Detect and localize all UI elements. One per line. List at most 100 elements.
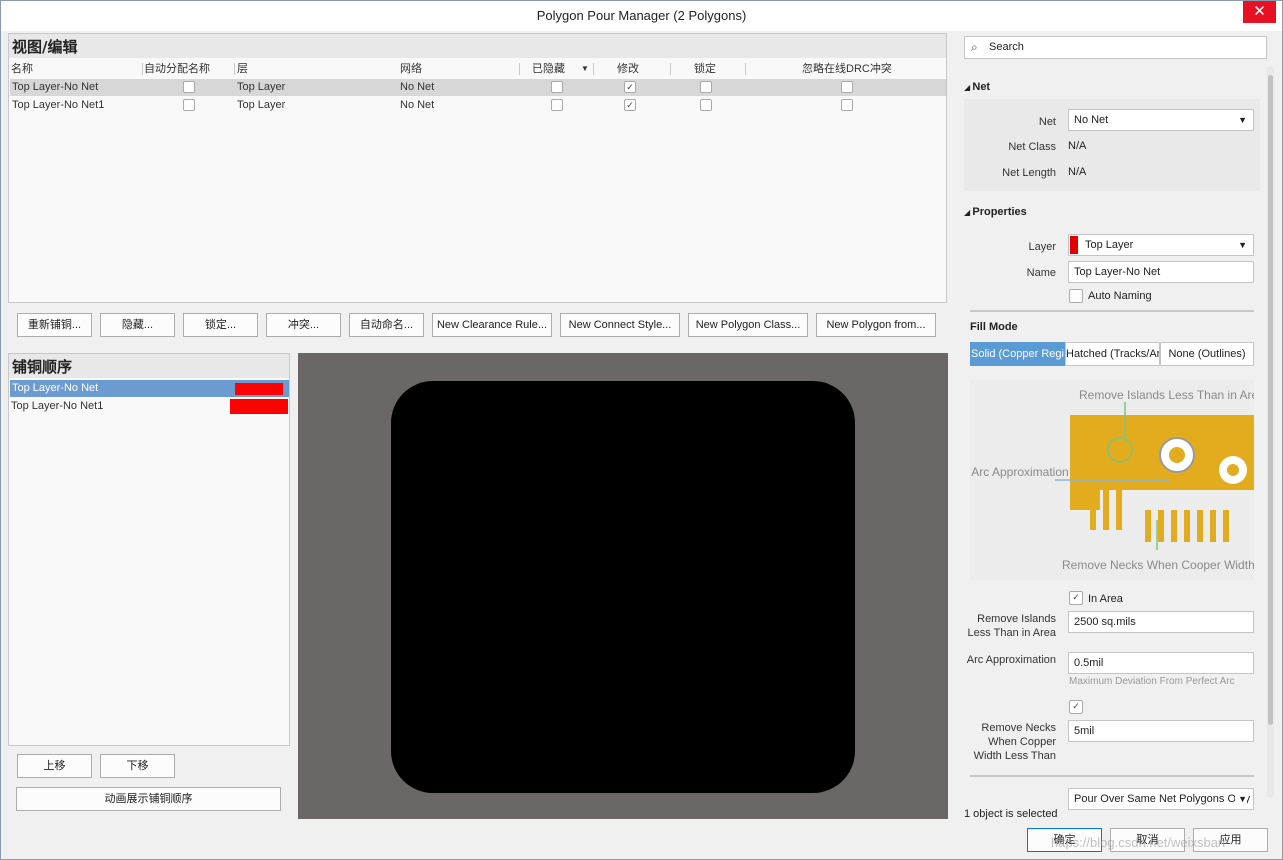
pour-color-swatch bbox=[230, 399, 288, 414]
net-length-label: Net Length bbox=[1002, 167, 1056, 179]
repour-button[interactable]: 重新铺铜... bbox=[17, 313, 92, 337]
arc-approx-field[interactable]: 0.5mil bbox=[1068, 652, 1254, 674]
table-row[interactable]: Top Layer-No Net1 Top Layer No Net ✓ bbox=[10, 97, 946, 114]
col-ignore-drc[interactable]: 忽略在线DRC冲突 bbox=[802, 61, 892, 77]
remove-necks-checkbox[interactable]: ✓ bbox=[1069, 700, 1083, 714]
col-locked[interactable]: 锁定 bbox=[694, 61, 716, 77]
properties-panel: ⌕ Search ◢ Net Net No Net ▼ Net Class N/A… bbox=[956, 33, 1274, 823]
new-connect-style-button[interactable]: New Connect Style... bbox=[560, 313, 680, 337]
chevron-down-icon: ▼ bbox=[1238, 240, 1247, 250]
layer-select[interactable]: Top Layer ▼ bbox=[1068, 234, 1254, 256]
net-class-value: N/A bbox=[1068, 140, 1087, 152]
scrollbar[interactable] bbox=[1267, 67, 1274, 797]
in-area-checkbox[interactable]: ✓ bbox=[1069, 591, 1083, 605]
name-label: Name bbox=[1026, 267, 1056, 279]
auto-naming-checkbox[interactable] bbox=[1069, 289, 1083, 303]
polygon-preview[interactable] bbox=[298, 353, 948, 819]
pcb-diagram-illustration bbox=[1055, 402, 1254, 550]
net-class-label: Net Class bbox=[1008, 141, 1056, 153]
row-name: Top Layer-No Net1 bbox=[12, 99, 105, 111]
layer-label: Layer bbox=[1028, 241, 1056, 253]
new-polygon-class-button[interactable]: New Polygon Class... bbox=[688, 313, 808, 337]
fill-mode-header: Fill Mode bbox=[970, 321, 1018, 333]
net-section-header[interactable]: ◢ Net bbox=[964, 81, 990, 93]
pour-item-name: Top Layer-No Net bbox=[12, 382, 99, 394]
hidden-checkbox[interactable] bbox=[551, 81, 563, 93]
locked-checkbox[interactable] bbox=[700, 81, 712, 93]
violations-button[interactable]: 冲突... bbox=[266, 313, 341, 337]
net-label: Net bbox=[1038, 116, 1056, 128]
auto-name-checkbox[interactable] bbox=[183, 99, 195, 111]
name-field[interactable]: Top Layer-No Net bbox=[1068, 261, 1254, 283]
remove-islands-field[interactable]: 2500 sq.mils bbox=[1068, 611, 1254, 633]
view-edit-header: 视图/编辑 bbox=[9, 34, 946, 58]
col-hidden[interactable]: 已隐藏 bbox=[532, 61, 565, 77]
search-input[interactable]: ⌕ Search bbox=[964, 36, 1267, 59]
pour-order-header: 铺铜顺序 bbox=[9, 354, 289, 378]
row-layer: Top Layer bbox=[237, 81, 286, 93]
row-name: Top Layer-No Net bbox=[12, 81, 99, 93]
auto-name-checkbox[interactable] bbox=[183, 81, 195, 93]
tab-none[interactable]: None (Outlines) bbox=[1160, 342, 1254, 366]
layer-color-swatch bbox=[1070, 236, 1078, 254]
close-button[interactable]: ✕ bbox=[1243, 1, 1276, 23]
dialog-window: Polygon Pour Manager (2 Polygons) ✕ 视图/编… bbox=[0, 0, 1283, 860]
search-placeholder: Search bbox=[989, 41, 1024, 53]
col-net[interactable]: 网络 bbox=[400, 61, 422, 77]
modify-checkbox[interactable]: ✓ bbox=[624, 81, 636, 93]
view-edit-panel: 视图/编辑 名称 自动分配名称 层 网络 已隐藏 ▼ 修改 锁定 忽略在线DRC… bbox=[8, 33, 947, 303]
chevron-down-icon: ▼ bbox=[1235, 789, 1247, 809]
status-text: 1 object is selected bbox=[964, 808, 1058, 820]
properties-section-header[interactable]: ◢ Properties bbox=[964, 206, 1027, 218]
watermark: https://blog.csdn.net/weixsban bbox=[1051, 835, 1226, 850]
table-row[interactable]: Top Layer-No Net Top Layer No Net ✓ bbox=[10, 79, 946, 96]
fill-mode-diagram: Remove Islands Less Than in Area Arc App… bbox=[970, 380, 1254, 580]
arc-approx-label: Arc Approximation bbox=[966, 654, 1056, 666]
remove-necks-label: Remove Necks When Copper Width Less Than bbox=[973, 722, 1056, 762]
list-item[interactable]: Top Layer-No Net1 bbox=[10, 398, 289, 415]
hidden-checkbox[interactable] bbox=[551, 99, 563, 111]
polygon-shape bbox=[391, 381, 855, 793]
lock-button[interactable]: 锁定... bbox=[183, 313, 258, 337]
col-name[interactable]: 名称 bbox=[11, 61, 33, 77]
divider bbox=[970, 775, 1254, 777]
pour-over-select[interactable]: Pour Over Same Net Polygons Only ▼ bbox=[1068, 788, 1254, 810]
remove-necks-field[interactable]: 5mil bbox=[1068, 720, 1254, 742]
auto-name-button[interactable]: 自动命名... bbox=[349, 313, 424, 337]
arc-hint: Maximum Deviation From Perfect Arc bbox=[1069, 676, 1235, 687]
locked-checkbox[interactable] bbox=[700, 99, 712, 111]
animate-pour-order-button[interactable]: 动画展示铺铜顺序 bbox=[16, 787, 281, 811]
list-item[interactable]: Top Layer-No Net bbox=[10, 380, 289, 397]
pour-item-name: Top Layer-No Net1 bbox=[11, 400, 104, 412]
diagram-remove-necks: Remove Necks When Cooper Width bbox=[1062, 558, 1254, 572]
pour-color-swatch bbox=[235, 383, 283, 395]
auto-naming-label: Auto Naming bbox=[1088, 290, 1152, 302]
in-area-label: In Area bbox=[1088, 593, 1123, 605]
row-layer: Top Layer bbox=[237, 99, 286, 111]
move-up-button[interactable]: 上移 bbox=[17, 754, 92, 778]
modify-checkbox[interactable]: ✓ bbox=[624, 99, 636, 111]
divider bbox=[970, 310, 1254, 312]
ignore-drc-checkbox[interactable] bbox=[841, 99, 853, 111]
scrollbar-thumb[interactable] bbox=[1268, 75, 1273, 725]
hide-button[interactable]: 隐藏... bbox=[100, 313, 175, 337]
col-modify[interactable]: 修改 bbox=[617, 61, 639, 77]
net-select[interactable]: No Net ▼ bbox=[1068, 109, 1254, 131]
new-polygon-from-button[interactable]: New Polygon from... bbox=[816, 313, 936, 337]
row-net: No Net bbox=[400, 81, 435, 93]
remove-islands-label: Remove Islands Less Than in Area bbox=[967, 613, 1056, 639]
new-clearance-rule-button[interactable]: New Clearance Rule... bbox=[432, 313, 552, 337]
row-net: No Net bbox=[400, 99, 435, 111]
tab-hatched[interactable]: Hatched (Tracks/Arcs) bbox=[1065, 342, 1160, 366]
net-length-value: N/A bbox=[1068, 166, 1087, 178]
col-auto-name[interactable]: 自动分配名称 bbox=[144, 61, 210, 77]
diagram-remove-islands: Remove Islands Less Than in Area bbox=[1079, 388, 1254, 402]
title-bar: Polygon Pour Manager (2 Polygons) ✕ bbox=[1, 1, 1282, 31]
col-layer[interactable]: 层 bbox=[237, 61, 248, 77]
ignore-drc-checkbox[interactable] bbox=[841, 81, 853, 93]
tab-solid[interactable]: Solid (Copper Regions) bbox=[970, 342, 1065, 366]
sort-icon[interactable]: ▼ bbox=[581, 61, 589, 77]
chevron-down-icon: ▼ bbox=[1238, 115, 1247, 125]
search-icon: ⌕ bbox=[971, 40, 978, 54]
move-down-button[interactable]: 下移 bbox=[100, 754, 175, 778]
